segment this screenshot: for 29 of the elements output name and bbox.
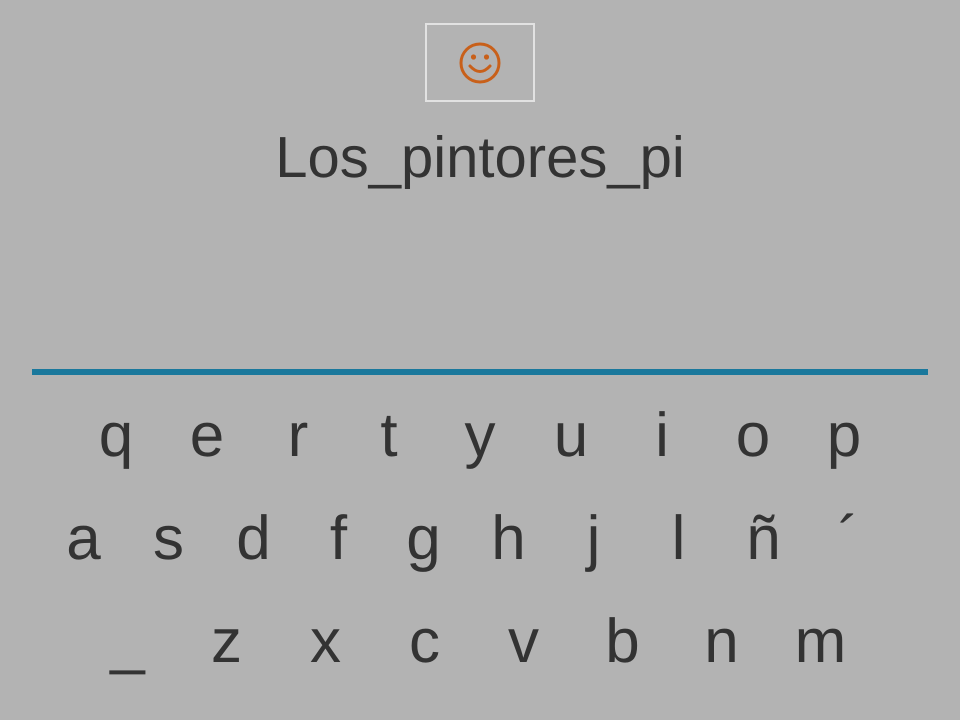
letter-key[interactable]: s [126, 502, 211, 576]
letter-key[interactable]: h [466, 502, 551, 576]
letter-key[interactable]: b [573, 604, 672, 678]
letter-key[interactable]: e [162, 398, 252, 472]
letter-key[interactable]: ñ [721, 502, 806, 576]
letter-key[interactable]: u [526, 398, 616, 472]
letter-key[interactable]: d [211, 502, 296, 576]
letter-key[interactable]: p [798, 398, 890, 472]
letter-key[interactable]: v [474, 604, 573, 678]
word-text: Los_pintores_pi [275, 124, 685, 192]
letter-key[interactable]: m [771, 604, 870, 678]
letter-key[interactable]: l [636, 502, 721, 576]
letter-key[interactable]: q [70, 398, 162, 472]
letter-key[interactable]: f [296, 502, 381, 576]
letter-key[interactable]: y [434, 398, 526, 472]
letter-key[interactable]: g [381, 502, 466, 576]
letter-key[interactable]: n [672, 604, 771, 678]
letter-key[interactable]: _ [78, 604, 177, 678]
smiley-icon [459, 42, 501, 84]
letter-key[interactable]: o [708, 398, 798, 472]
letter-key[interactable]: x [276, 604, 375, 678]
letter-key[interactable]: j [551, 502, 636, 576]
letter-key[interactable]: i [616, 398, 708, 472]
letter-key[interactable]: c [375, 604, 474, 678]
letter-key[interactable]: t [344, 398, 434, 472]
letter-key[interactable]: ´ [806, 502, 891, 576]
letter-key[interactable]: z [177, 604, 276, 678]
letter-key[interactable]: a [41, 502, 126, 576]
letter-key[interactable]: r [252, 398, 344, 472]
